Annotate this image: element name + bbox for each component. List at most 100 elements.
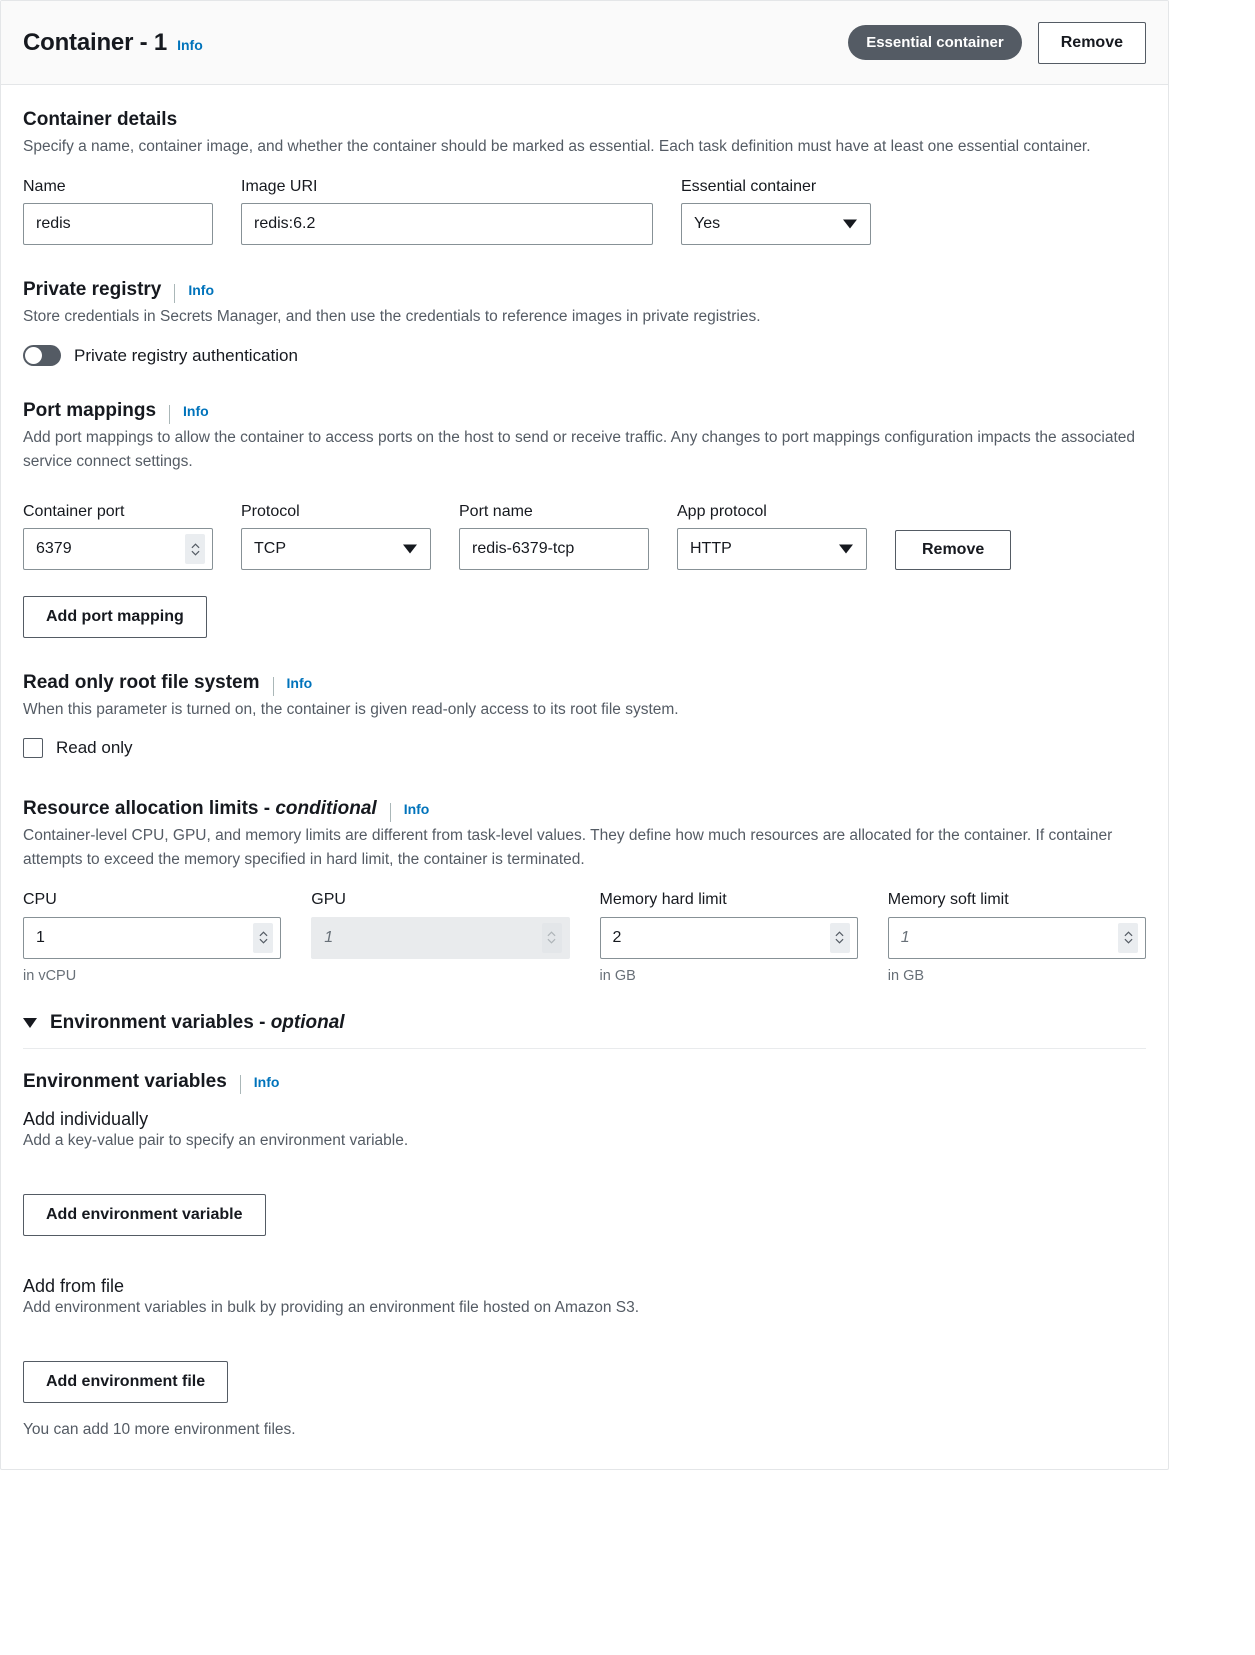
memory-soft-limit-label: Memory soft limit	[887, 891, 1009, 909]
read-only-checkbox-row: Read only	[23, 738, 1146, 759]
memory-hard-limit-input[interactable]	[599, 916, 858, 959]
remove-port-mapping-button[interactable]: Remove	[895, 530, 1012, 571]
essential-container-field-group: Essential container	[681, 177, 871, 246]
port-name-field-group: Port name	[459, 502, 649, 571]
add-environment-file-button[interactable]: Add environment file	[23, 1360, 229, 1403]
resource-limits-title-qualifier: conditional	[275, 798, 377, 820]
memory-soft-limit-stepper[interactable]	[1118, 922, 1138, 953]
container-info-link[interactable]: Info	[177, 37, 203, 53]
status-badge-essential-container: Essential container	[848, 25, 1022, 60]
heading-divider	[272, 676, 274, 696]
private-registry-toggle-label: Private registry authentication	[74, 345, 298, 365]
app-protocol-select[interactable]	[677, 528, 867, 571]
container-port-field-group: Container port	[23, 502, 213, 571]
read-only-root-description: When this parameter is turned on, the co…	[23, 701, 679, 719]
environment-variables-sub-title: Environment variables	[23, 1070, 227, 1092]
container-port-label: Container port	[23, 503, 125, 521]
add-environment-variable-button[interactable]: Add environment variable	[23, 1193, 266, 1236]
protocol-select-wrapper	[241, 528, 431, 571]
cpu-hint: in vCPU	[23, 967, 77, 984]
image-uri-label: Image URI	[241, 178, 318, 196]
card-body: Container details Specify a name, contai…	[1, 85, 1168, 1469]
private-registry-heading: Private registry Info	[23, 279, 1146, 303]
gpu-stepper	[541, 922, 562, 953]
memory-soft-limit-input[interactable]	[887, 916, 1146, 959]
chevron-down-icon	[835, 938, 844, 944]
cpu-label: CPU	[23, 891, 57, 909]
container-details-fields: Name Image URI Essential container	[23, 177, 1146, 246]
gpu-input	[311, 916, 570, 959]
environment-variables-expand-toggle[interactable]: Environment variables - optional	[23, 1012, 1146, 1048]
name-label: Name	[23, 178, 66, 196]
environment-variables-subheading: Environment variables Info	[23, 1070, 1146, 1095]
memory-soft-limit-field-group: Memory soft limit in GB	[887, 890, 1146, 984]
port-mappings-description: Add port mappings to allow the container…	[23, 429, 1136, 471]
remove-container-button[interactable]: Remove	[1037, 21, 1146, 64]
add-port-mapping-button[interactable]: Add port mapping	[23, 596, 207, 639]
add-from-file-group: Add from file Add environment variables …	[23, 1276, 1146, 1439]
private-registry-section: Private registry Info Store credentials …	[23, 279, 1146, 367]
heading-divider	[389, 802, 391, 822]
essential-container-select-wrapper	[681, 203, 871, 246]
resource-limits-heading: Resource allocation limits - conditional…	[23, 798, 1146, 822]
port-mappings-heading: Port mappings Info	[23, 400, 1146, 424]
private-registry-authentication-toggle[interactable]	[23, 345, 61, 367]
memory-hard-limit-stepper[interactable]	[829, 922, 850, 953]
port-mappings-info-link[interactable]: Info	[183, 403, 209, 419]
cpu-stepper[interactable]	[253, 922, 274, 953]
container-port-stepper[interactable]	[185, 534, 205, 565]
environment-variables-section-title-separator: -	[253, 1011, 271, 1033]
private-registry-info-link[interactable]: Info	[188, 282, 214, 298]
protocol-select[interactable]	[241, 528, 431, 571]
resource-limits-title-separator: -	[258, 798, 276, 820]
add-from-file-heading: Add from file	[23, 1275, 125, 1296]
gpu-field-group: GPU	[311, 890, 570, 959]
environment-variables-info-link[interactable]: Info	[254, 1074, 280, 1090]
header-left-group: Container - 1 Info	[23, 29, 203, 57]
heading-divider	[174, 283, 176, 303]
add-individually-group: Add individually Add a key-value pair to…	[23, 1109, 1146, 1236]
section-divider	[23, 1047, 1146, 1049]
add-from-file-description: Add environment variables in bulk by pro…	[23, 1298, 640, 1316]
container-configuration-card: Container - 1 Info Essential container R…	[0, 0, 1169, 1470]
protocol-field-group: Protocol	[241, 502, 431, 571]
cpu-input[interactable]	[23, 916, 282, 959]
add-environment-variable-block: Add environment variable	[23, 1193, 1146, 1236]
memory-hard-limit-field-group: Memory hard limit in GB	[599, 890, 858, 984]
chevron-down-icon	[1123, 938, 1133, 944]
read-only-root-info-link[interactable]: Info	[287, 675, 313, 691]
private-registry-title: Private registry	[23, 279, 162, 301]
heading-divider	[169, 404, 171, 424]
resource-limits-description: Container-level CPU, GPU, and memory lim…	[23, 827, 1113, 869]
environment-variables-section-title-qualifier: optional	[270, 1011, 345, 1033]
app-protocol-select-wrapper	[677, 528, 867, 571]
resource-limits-info-link[interactable]: Info	[404, 801, 430, 817]
memory-soft-limit-input-wrapper	[887, 916, 1146, 959]
container-details-section: Container details Specify a name, contai…	[23, 109, 1146, 246]
port-mapping-remove-group: Remove	[895, 530, 1012, 571]
name-input[interactable]	[23, 203, 213, 246]
container-details-description: Specify a name, container image, and whe…	[23, 138, 1091, 155]
image-uri-input[interactable]	[241, 203, 653, 246]
add-individually-heading: Add individually	[23, 1108, 149, 1129]
resource-allocation-limits-section: Resource allocation limits - conditional…	[23, 798, 1146, 984]
port-mapping-row: Container port Protocol	[23, 502, 1146, 571]
triangle-down-icon	[23, 1017, 37, 1028]
read-only-root-title: Read only root file system	[23, 672, 260, 694]
cpu-field-group: CPU in vCPU	[23, 890, 282, 984]
port-name-input[interactable]	[459, 528, 649, 571]
name-field-group: Name	[23, 177, 213, 246]
memory-hard-limit-input-wrapper	[599, 916, 858, 959]
app-protocol-field-group: App protocol	[677, 502, 867, 571]
toggle-knob	[25, 347, 42, 365]
resource-limits-fields: CPU in vCPU GPU	[23, 890, 1146, 984]
memory-hard-limit-hint: in GB	[599, 967, 636, 984]
private-registry-description: Store credentials in Secrets Manager, an…	[23, 308, 761, 326]
heading-divider	[239, 1075, 241, 1095]
essential-container-select[interactable]	[681, 203, 871, 246]
read-only-checkbox[interactable]	[23, 738, 43, 759]
essential-container-label: Essential container	[681, 178, 817, 196]
read-only-root-section: Read only root file system Info When thi…	[23, 672, 1146, 759]
chevron-down-icon	[190, 550, 200, 556]
cpu-input-wrapper	[23, 916, 282, 959]
